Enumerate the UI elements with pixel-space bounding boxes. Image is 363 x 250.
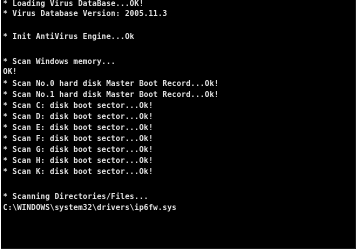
console-line-scan-mbr-1: * Scan No.1 hard disk Master Boot Record… <box>3 90 219 99</box>
console-line-init-engine: * Init AntiVirus Engine...Ok <box>3 32 135 41</box>
console-line-current-file: C:\WINDOWS\system32\drivers\ip6fw.sys <box>3 203 177 212</box>
console-line-scan-d: * Scan D: disk boot sector...Ok! <box>3 112 154 121</box>
console-line-scan-k: * Scan K: disk boot sector...Ok! <box>3 167 154 176</box>
scanner-console-window: * Loading Virus DataBase...OK! * Virus D… <box>1 0 356 249</box>
console-line-scan-mbr-0: * Scan No.0 hard disk Master Boot Record… <box>3 79 219 88</box>
console-line-scan-memory: * Scan Windows memory... <box>3 57 116 66</box>
console-line-scanning-files: * Scanning Directories/Files... <box>3 192 149 201</box>
console-line-scan-f: * Scan F: disk boot sector...Ok! <box>3 134 154 143</box>
console-line-scan-c: * Scan C: disk boot sector...Ok! <box>3 101 154 110</box>
console-line-scan-e: * Scan E: disk boot sector...Ok! <box>3 123 154 132</box>
console-line-scan-g: * Scan G: disk boot sector...Ok! <box>3 145 154 154</box>
console-line-database-version: * Virus Database Version: 2005.11.3 <box>3 9 168 18</box>
console-line-scan-h: * Scan H: disk boot sector...Ok! <box>3 156 154 165</box>
console-line-memory-ok: OK! <box>3 67 18 76</box>
console-line-loading-database: * Loading Virus DataBase...OK! <box>3 0 144 8</box>
